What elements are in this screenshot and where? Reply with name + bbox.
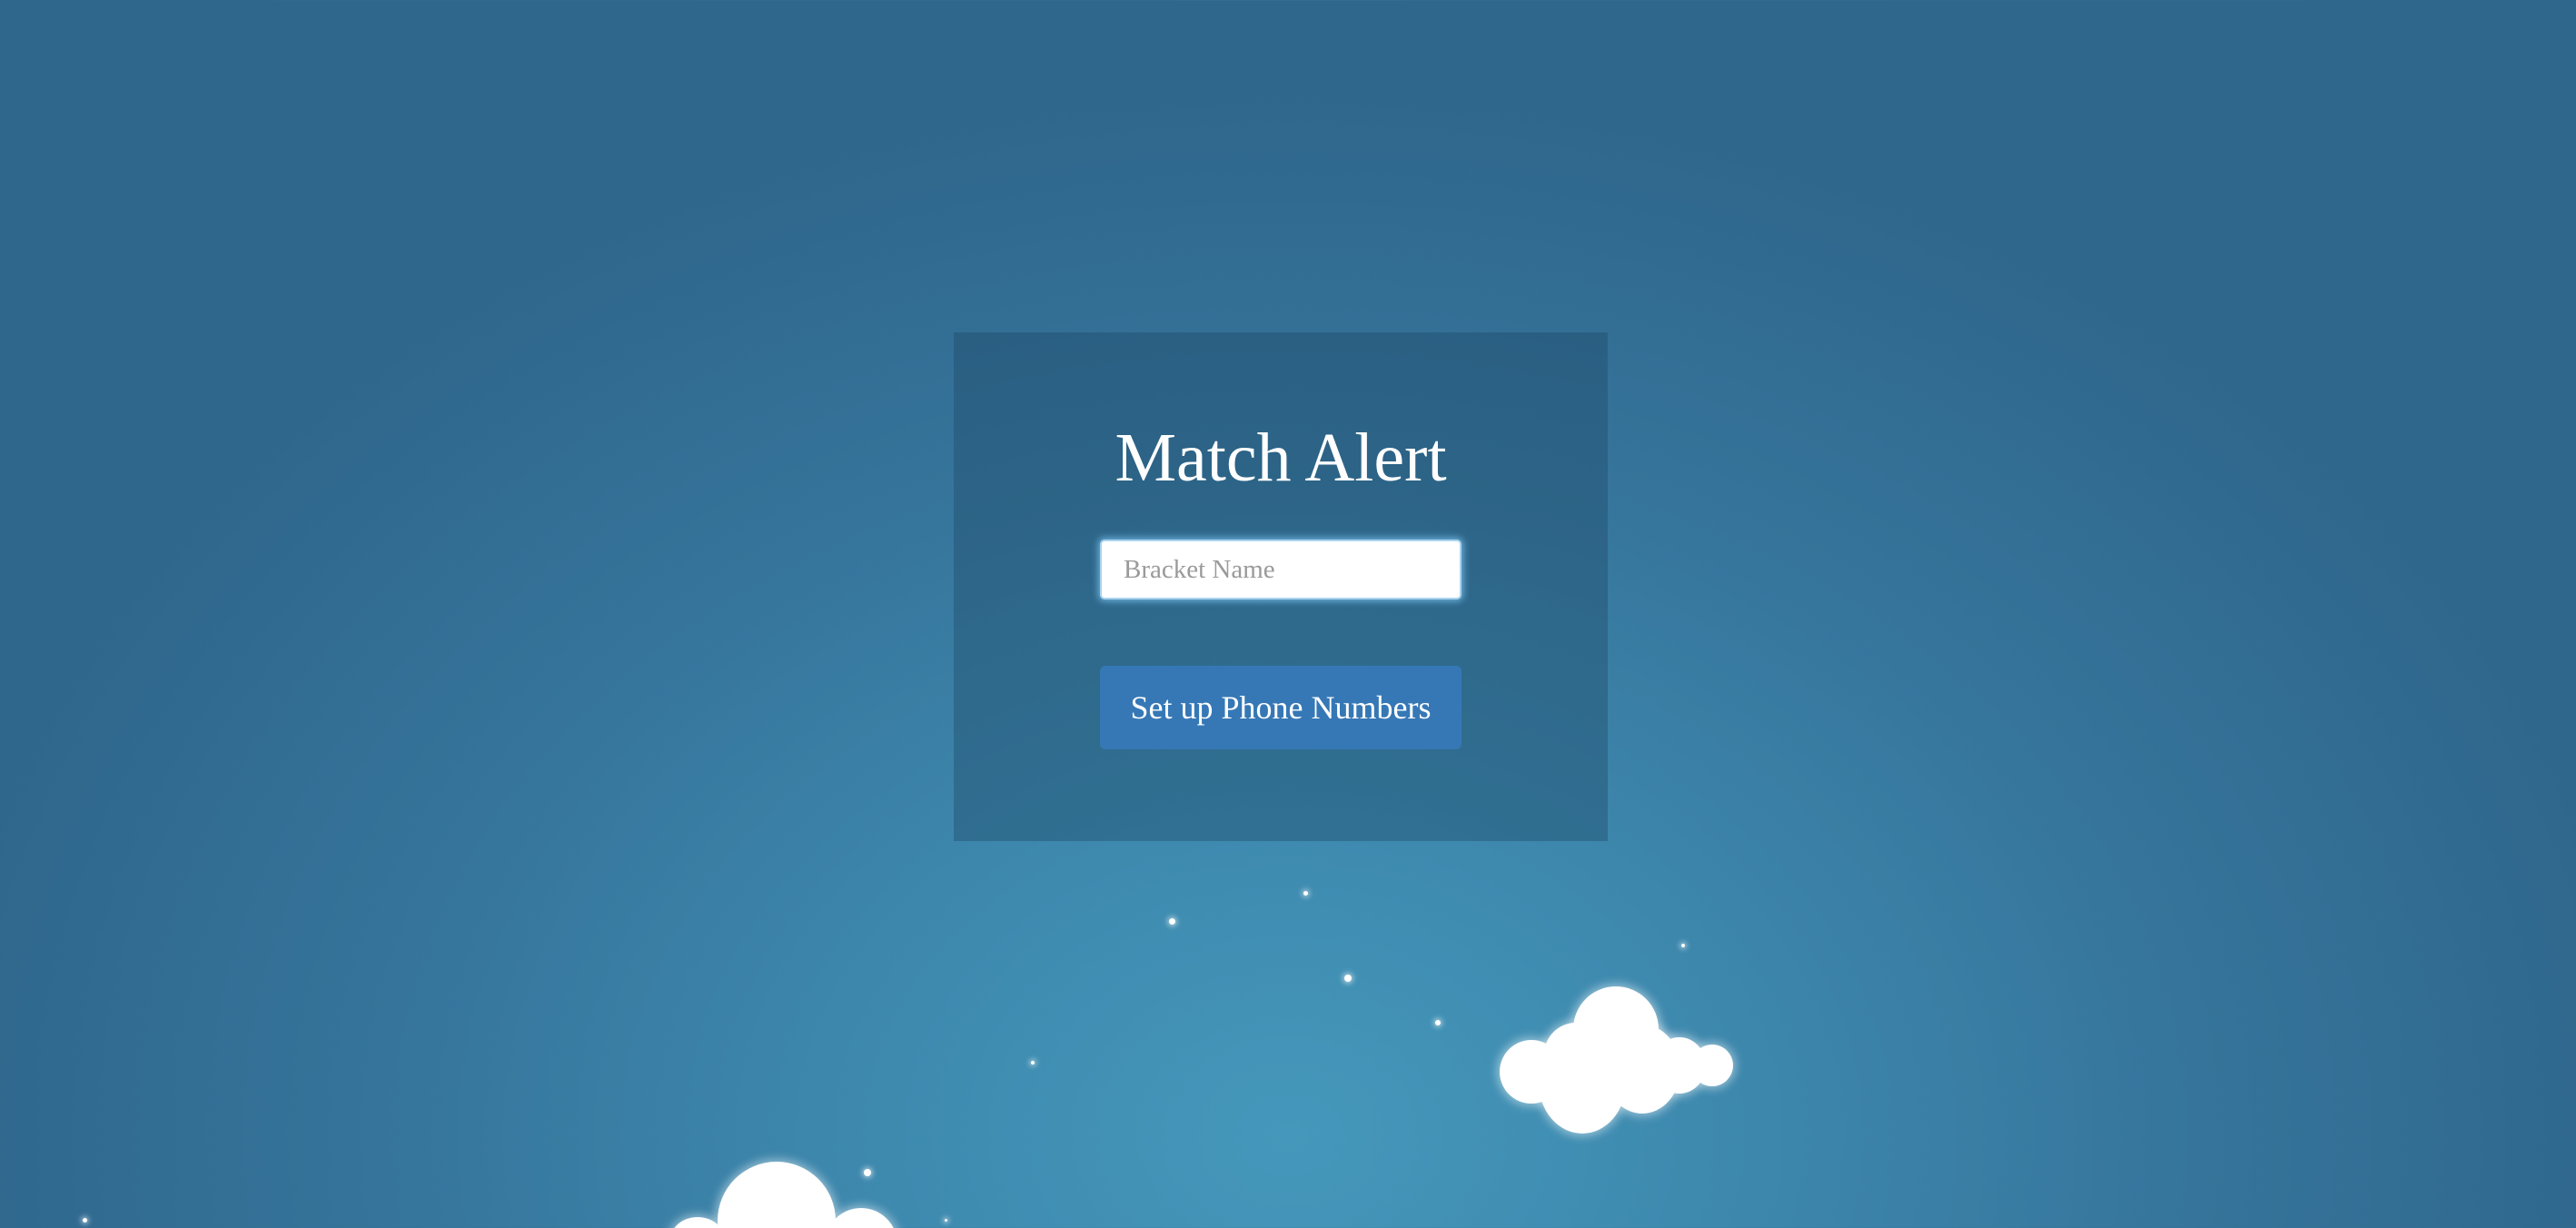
- sparkle: [945, 1219, 947, 1222]
- login-panel: Match Alert Set up Phone Numbers: [954, 332, 1608, 841]
- sparkle: [83, 1218, 87, 1223]
- sparkle: [1303, 891, 1308, 896]
- cloud-puff: [670, 1217, 725, 1228]
- sky-background: Match Alert Set up Phone Numbers: [0, 0, 2576, 1228]
- setup-phone-numbers-button[interactable]: Set up Phone Numbers: [1100, 666, 1461, 749]
- page-title: Match Alert: [1115, 420, 1447, 496]
- sparkle: [864, 1169, 871, 1176]
- sparkle: [1681, 944, 1685, 947]
- bracket-name-input[interactable]: [1100, 540, 1461, 599]
- sparkle: [1169, 918, 1175, 925]
- sparkle: [1031, 1061, 1035, 1065]
- cloud-puff: [718, 1162, 836, 1228]
- sparkle: [1344, 975, 1352, 982]
- sparkle: [1435, 1020, 1441, 1025]
- cloud-puff: [1691, 1045, 1733, 1086]
- cloud-puff: [825, 1208, 897, 1228]
